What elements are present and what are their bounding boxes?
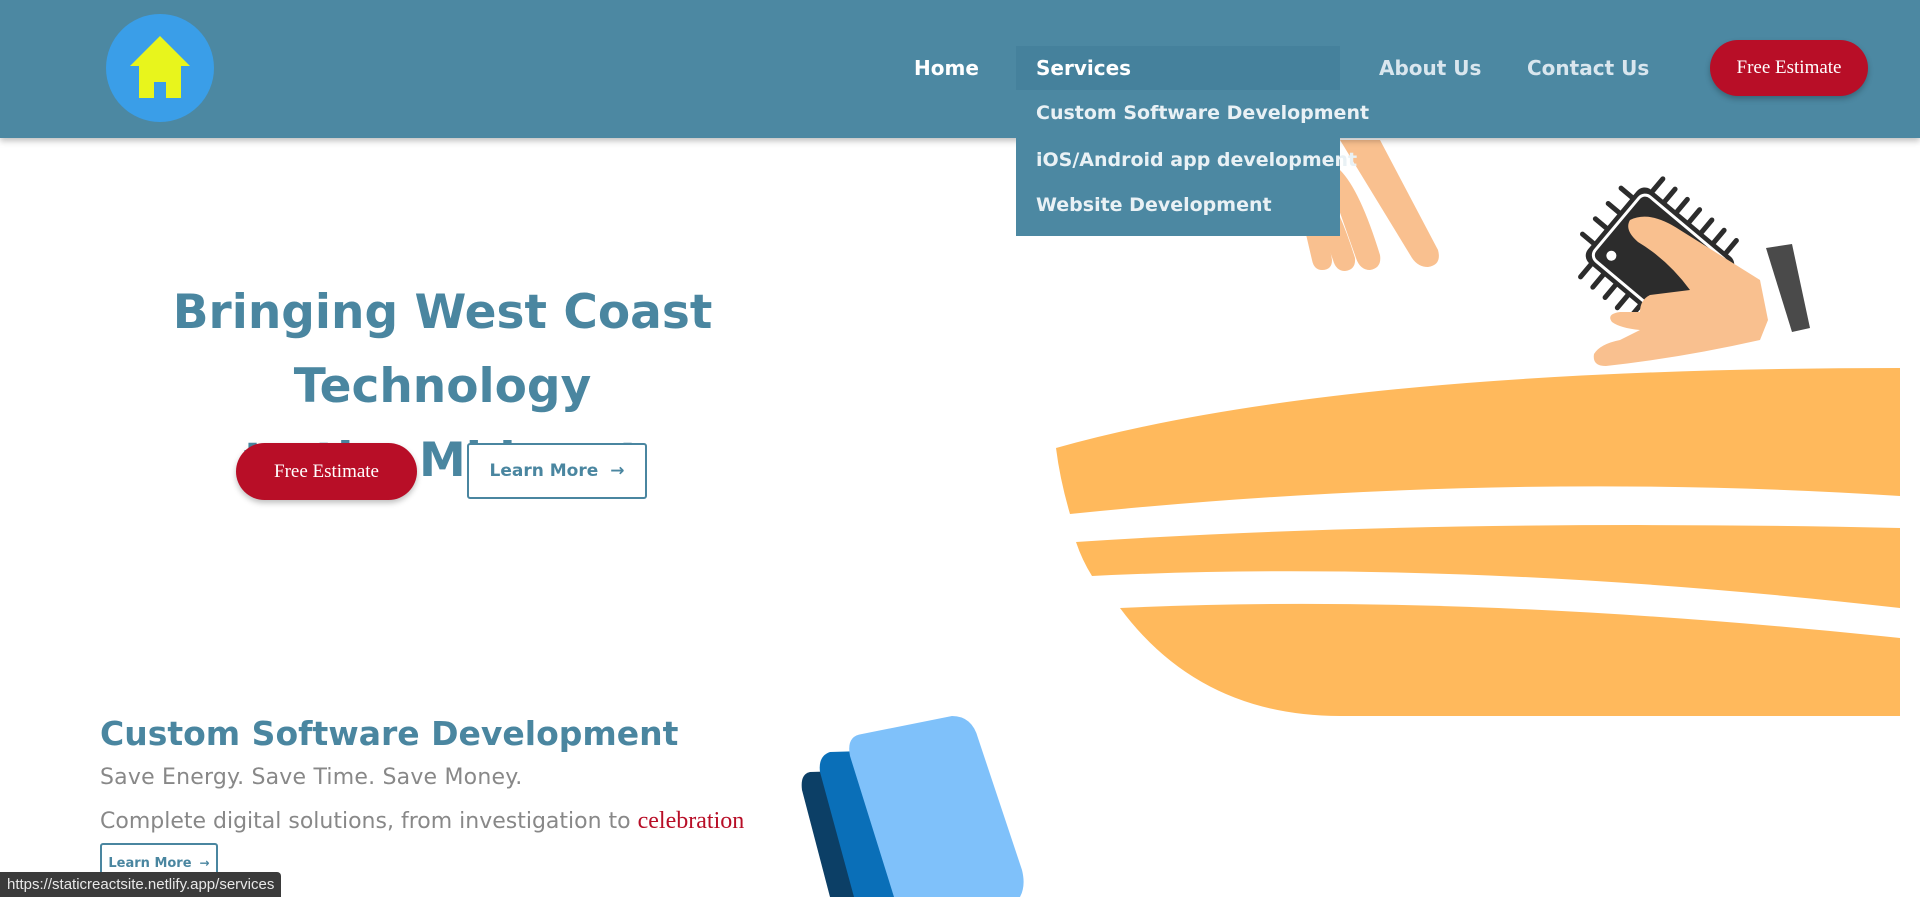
hero-learn-more-button[interactable]: Learn More →: [467, 443, 647, 499]
hero-learn-more-label: Learn More: [489, 461, 599, 481]
section-tagline: Save Energy. Save Time. Save Money.: [100, 765, 523, 790]
dropdown-item-custom-software[interactable]: Custom Software Development: [1036, 102, 1369, 124]
hero-title: Bringing West Coast Technology to the Mi…: [60, 276, 825, 498]
services-dropdown-menu: iOS/Android app development Website Deve…: [1016, 138, 1357, 236]
site-header: Home Services About Us Contact Us Free E…: [0, 0, 1920, 138]
nav-contact-link[interactable]: Contact Us: [1527, 56, 1649, 80]
header-free-estimate-button[interactable]: Free Estimate: [1710, 40, 1868, 96]
logo-house-icon[interactable]: [106, 14, 214, 122]
section-description-text: Complete digital solutions, from investi…: [100, 809, 631, 834]
nav-services-link[interactable]: Services: [1036, 56, 1131, 80]
section-learn-more-label: Learn More: [108, 855, 192, 871]
orange-stripes-illustration: [1056, 368, 1900, 716]
status-bar-url: https://staticreactsite.netlify.app/serv…: [0, 872, 282, 897]
section-title: Custom Software Development: [100, 714, 679, 753]
nav-services-tab[interactable]: Services: [1016, 46, 1340, 90]
hero-title-line1: Bringing West Coast Technology: [172, 285, 713, 414]
books-illustration: [801, 716, 1024, 897]
nav-home-link[interactable]: Home: [914, 56, 979, 80]
arrow-right-icon: →: [199, 855, 210, 870]
arrow-right-icon: →: [610, 460, 625, 481]
nav-services-tab-bg: Services: [1016, 46, 1340, 90]
hero-free-estimate-button[interactable]: Free Estimate: [236, 443, 417, 500]
page: Home Services About Us Contact Us Free E…: [0, 0, 1920, 897]
dropdown-item-website-development[interactable]: Website Development: [1036, 194, 1272, 216]
nav-about-link[interactable]: About Us: [1379, 56, 1481, 80]
section-description: Complete digital solutions, from investi…: [100, 807, 744, 836]
dropdown-item-ios-android[interactable]: iOS/Android app development: [1036, 149, 1357, 171]
section-description-highlight: celebration: [637, 808, 745, 834]
